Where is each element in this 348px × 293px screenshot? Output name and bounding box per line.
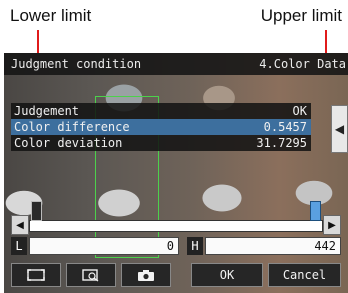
zoom-button[interactable] <box>66 263 116 287</box>
lower-limit-handle[interactable] <box>31 201 42 221</box>
title-bar: Judgment condition 4.Color Data <box>4 53 348 75</box>
chevron-left-icon[interactable]: ◀ <box>331 105 348 153</box>
ok-button[interactable]: OK <box>191 263 263 287</box>
upper-limit-field[interactable]: 442 <box>205 237 341 255</box>
limit-fields: L 0 H 442 <box>11 237 341 255</box>
full-view-button[interactable] <box>11 263 61 287</box>
result-row-judgement[interactable]: Judgement OK <box>11 103 311 119</box>
result-value: 31.7295 <box>256 136 307 150</box>
lower-limit-field[interactable]: 0 <box>29 237 179 255</box>
camera-icon <box>138 269 154 281</box>
triangle-right-icon[interactable]: ▶ <box>323 215 341 235</box>
result-label: Color difference <box>14 120 130 134</box>
full-view-icon <box>27 269 45 281</box>
slider-track[interactable] <box>29 220 323 232</box>
triangle-left-icon[interactable]: ◀ <box>11 215 29 235</box>
lower-limit-label: L <box>11 237 27 255</box>
result-label: Color deviation <box>14 136 123 150</box>
cancel-button[interactable]: Cancel <box>268 263 341 287</box>
result-value: OK <box>292 104 307 118</box>
result-label: Judgement <box>14 104 80 118</box>
device-screen: Judgment condition 4.Color Data Judgemen… <box>4 53 348 293</box>
lower-limit-callout: Lower limit <box>10 6 92 25</box>
result-row-color-difference[interactable]: Color difference 0.5457 <box>11 119 311 135</box>
result-row-color-deviation[interactable]: Color deviation 31.7295 <box>11 135 311 151</box>
result-value: 0.5457 <box>263 120 307 134</box>
zoom-icon <box>82 268 99 282</box>
camera-image <box>4 53 348 293</box>
limit-slider[interactable]: ◀ ▶ <box>11 201 341 235</box>
results-table: Judgement OK Color difference 0.5457 Col… <box>11 103 311 151</box>
bottom-toolbar: OK Cancel <box>11 263 341 289</box>
upper-limit-callout: Upper limit <box>260 6 342 25</box>
screen-title: Judgment condition <box>11 57 142 71</box>
item-name: 4.Color Data <box>259 57 346 71</box>
upper-limit-label: H <box>187 237 203 255</box>
capture-button[interactable] <box>121 263 171 287</box>
upper-limit-handle[interactable] <box>310 201 321 221</box>
